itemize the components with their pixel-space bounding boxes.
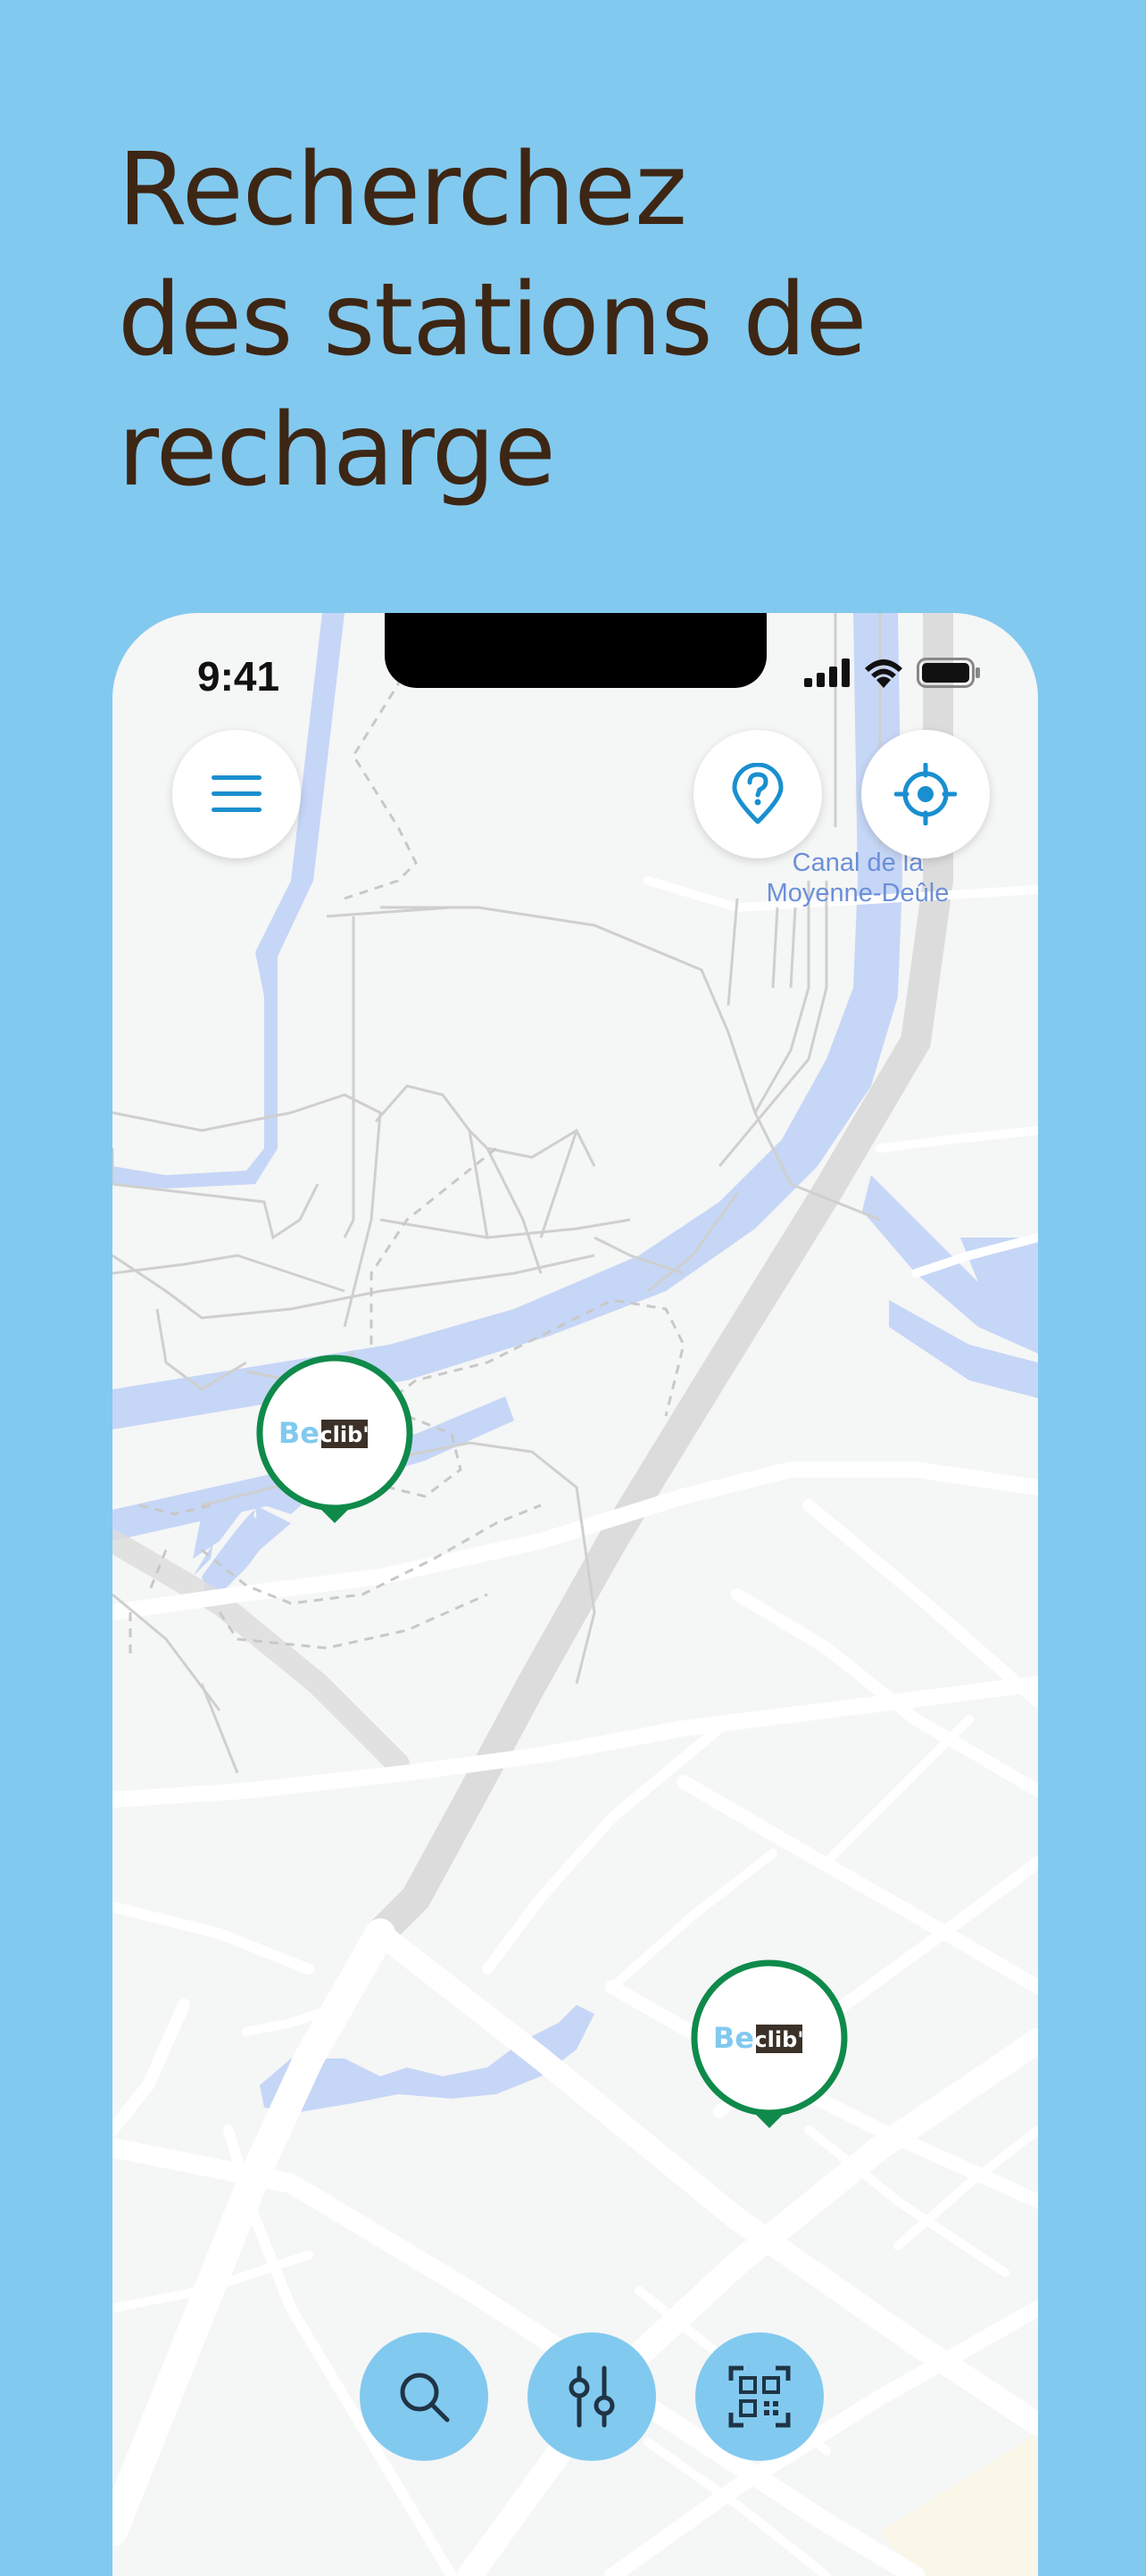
phone-notch [385,613,767,688]
locate-me-button[interactable] [861,730,990,858]
help-location-button[interactable] [693,730,822,858]
qr-scan-button[interactable] [695,2332,824,2461]
station-marker[interactable]: Be clib' [254,1354,415,1532]
phone-frame: Canal de la Moyenne-Deûle Be clib' Be cl… [112,613,1038,2576]
map-view[interactable]: Canal de la Moyenne-Deûle [112,613,1038,2576]
station-marker[interactable]: Be clib' [689,1959,850,2137]
marker-brand-lib: clib' [320,1422,369,1447]
status-time: 9:41 [197,653,280,700]
search-icon [400,2373,450,2423]
signal-icon [804,658,850,687]
qr-code-icon [728,2365,791,2428]
headline: Recherchez des stations de recharge [118,125,1100,516]
marker-brand-be: Be [713,2021,754,2055]
search-button[interactable] [360,2332,488,2461]
marker-brand-be: Be [278,1416,320,1450]
menu-icon [212,775,262,812]
headline-line-2: des stations de [118,262,867,378]
locate-icon [894,763,957,825]
headline-line-3: recharge [118,393,556,509]
help-location-icon [732,763,784,824]
filter-icon [569,2365,615,2428]
filter-button[interactable] [527,2332,656,2461]
status-icons [804,658,981,688]
battery-icon [917,658,980,688]
map-label-line-2: Moyenne-Deûle [767,879,950,907]
marker-brand-lib: clib' [754,2027,803,2052]
menu-button[interactable] [172,730,301,858]
headline-line-1: Recherchez [118,132,687,248]
wifi-icon [865,659,902,688]
